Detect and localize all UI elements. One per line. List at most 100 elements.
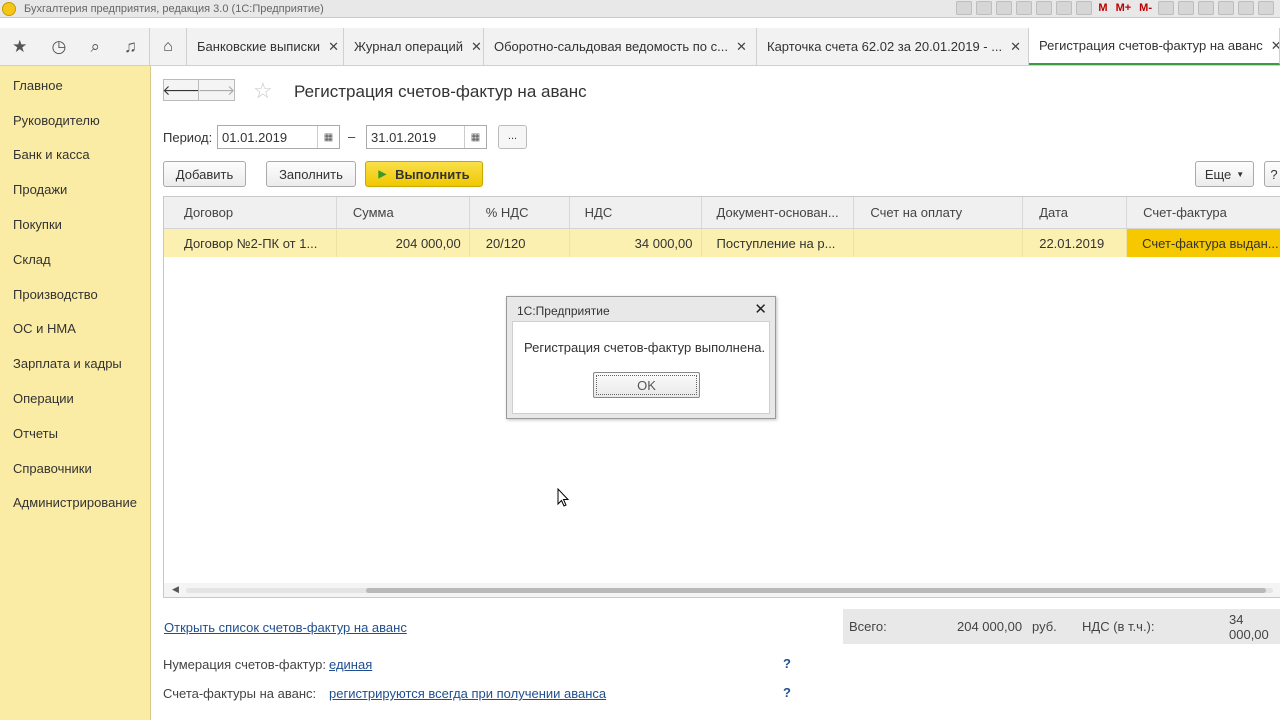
sidebar-item-sales[interactable]: Продажи: [0, 172, 150, 207]
cell-payment-invoice[interactable]: [854, 229, 1024, 257]
close-icon[interactable]: ✕: [754, 300, 767, 318]
cell-invoice[interactable]: Счет-фактура выдан...: [1127, 229, 1280, 257]
sidebar-item-fixed-assets[interactable]: ОС и НМА: [0, 312, 150, 347]
col-contract[interactable]: Договор: [164, 197, 337, 228]
favorite-star-icon[interactable]: ☆: [253, 78, 273, 104]
close-icon[interactable]: ✕: [1010, 39, 1021, 55]
info-icon[interactable]: [1198, 1, 1214, 15]
table-row[interactable]: Договор №2-ПК от 1... 204 000,00 20/120 …: [164, 229, 1280, 257]
sidebar-item-main[interactable]: Главное: [0, 68, 150, 103]
cell-amount[interactable]: 204 000,00: [337, 229, 470, 257]
col-invoice[interactable]: Счет-фактура: [1127, 197, 1280, 228]
numbering-link[interactable]: единая: [329, 657, 372, 672]
scroll-track[interactable]: [186, 588, 1273, 593]
advance-link[interactable]: регистрируются всегда при получении аван…: [329, 686, 606, 701]
totals-vat: 34 000,00: [1229, 611, 1269, 642]
close-window-icon[interactable]: [1258, 1, 1274, 15]
back-button[interactable]: 🡐: [162, 79, 200, 101]
calculator-icon[interactable]: [1056, 1, 1073, 15]
sidebar-item-payroll[interactable]: Зарплата и кадры: [0, 346, 150, 381]
period-select-button[interactable]: ...: [498, 125, 527, 149]
numbering-help-button[interactable]: ?: [783, 656, 791, 671]
close-icon[interactable]: ✕: [736, 39, 747, 55]
cell-vat[interactable]: 34 000,00: [570, 229, 702, 257]
print-icon[interactable]: [976, 1, 993, 15]
open-invoices-list-link[interactable]: Открыть список счетов-фактур на аванс: [164, 620, 407, 635]
cell-date[interactable]: 22.01.2019: [1023, 229, 1128, 257]
col-vat-rate[interactable]: % НДС: [470, 197, 570, 228]
nav-buttons: 🡐 🡒: [162, 79, 235, 101]
horizontal-scrollbar[interactable]: ◀: [164, 583, 1280, 597]
close-icon[interactable]: ✕: [1271, 38, 1279, 54]
sidebar-item-purchases[interactable]: Покупки: [0, 207, 150, 242]
tab-label: Журнал операций: [354, 39, 463, 54]
col-date[interactable]: Дата: [1023, 197, 1128, 228]
close-icon[interactable]: ✕: [471, 39, 482, 55]
ok-button[interactable]: OK: [593, 372, 700, 398]
cell-base-document[interactable]: Поступление на р...: [702, 229, 855, 257]
cell-vat-rate[interactable]: 20/120: [470, 229, 570, 257]
maximize-icon[interactable]: [1238, 1, 1254, 15]
date-from-field[interactable]: 01.01.2019 ▦: [217, 125, 340, 149]
preview-icon[interactable]: [996, 1, 1013, 15]
sidebar-item-operations[interactable]: Операции: [0, 381, 150, 416]
zoom-icon[interactable]: [1158, 1, 1174, 15]
col-vat[interactable]: НДС: [570, 197, 702, 228]
home-icon: ⌂: [163, 37, 173, 55]
scroll-thumb[interactable]: [366, 588, 1266, 593]
period-label: Период:: [163, 130, 213, 145]
forward-button[interactable]: 🡒: [198, 79, 235, 101]
sidebar-item-warehouse[interactable]: Склад: [0, 242, 150, 277]
save-icon[interactable]: [956, 1, 973, 15]
tab-turnover-balance[interactable]: Оборотно-сальдовая ведомость по с... ✕: [484, 28, 757, 65]
tab-advance-invoices[interactable]: Регистрация счетов-фактур на аванс ✕: [1029, 28, 1280, 65]
more-button[interactable]: Еще ▼: [1195, 161, 1254, 187]
help-button[interactable]: ?: [1264, 161, 1280, 187]
tab-bank-statements[interactable]: Банковские выписки ✕: [187, 28, 344, 65]
nav-icons: ★ ◷ ⌕ ♫: [0, 28, 150, 65]
calendar-icon[interactable]: ▦: [317, 126, 339, 148]
sidebar-item-reports[interactable]: Отчеты: [0, 416, 150, 451]
scroll-left-icon[interactable]: ◀: [172, 584, 179, 595]
tab-account-card[interactable]: Карточка счета 62.02 за 20.01.2019 - ...…: [757, 28, 1029, 65]
sidebar-item-administration[interactable]: Администрирование: [0, 486, 150, 521]
link-icon[interactable]: [1036, 1, 1053, 15]
date-to-field[interactable]: 31.01.2019 ▦: [366, 125, 487, 149]
table-header: Договор Сумма % НДС НДС Документ-основан…: [164, 197, 1280, 229]
advance-help-button[interactable]: ?: [783, 685, 791, 700]
tab-operations-journal[interactable]: Журнал операций ✕: [344, 28, 484, 65]
run-button[interactable]: ▶ Выполнить: [365, 161, 483, 187]
bell-icon[interactable]: ♫: [124, 37, 137, 57]
dialog-message: Регистрация счетов-фактур выполнена.: [524, 340, 766, 355]
star-icon[interactable]: ★: [12, 37, 27, 57]
memory-m-button[interactable]: M: [1096, 2, 1109, 14]
fill-button[interactable]: Заполнить: [266, 161, 356, 187]
totals-panel: Всего: 204 000,00 руб. НДС (в т.ч.): 34 …: [843, 609, 1280, 644]
sidebar-item-bank[interactable]: Банк и касса: [0, 138, 150, 173]
tab-label: Регистрация счетов-фактур на аванс: [1039, 38, 1263, 53]
sidebar-item-production[interactable]: Производство: [0, 277, 150, 312]
panels-icon[interactable]: [1178, 1, 1194, 15]
home-button[interactable]: ⌂: [150, 28, 187, 65]
minimize-icon[interactable]: [1218, 1, 1234, 15]
date-from-value: 01.01.2019: [222, 129, 288, 145]
calendar-icon[interactable]: [1076, 1, 1093, 15]
mail-icon[interactable]: [1016, 1, 1033, 15]
more-button-label: Еще: [1204, 166, 1232, 182]
sidebar-item-references[interactable]: Справочники: [0, 451, 150, 486]
cell-contract[interactable]: Договор №2-ПК от 1...: [164, 229, 337, 257]
close-icon[interactable]: ✕: [328, 39, 339, 55]
tab-label: Карточка счета 62.02 за 20.01.2019 - ...: [767, 39, 1003, 54]
history-icon[interactable]: ◷: [51, 37, 66, 57]
memory-minus-button[interactable]: M-: [1137, 2, 1154, 14]
col-base-document[interactable]: Документ-основан...: [702, 197, 855, 228]
col-amount[interactable]: Сумма: [337, 197, 470, 228]
calendar-icon[interactable]: ▦: [464, 126, 486, 148]
memory-plus-button[interactable]: M+: [1114, 2, 1134, 14]
window-titlebar: Бухгалтерия предприятия, редакция 3.0 (1…: [0, 0, 1280, 18]
col-payment-invoice[interactable]: Счет на оплату: [854, 197, 1024, 228]
search-icon[interactable]: ⌕: [90, 37, 100, 57]
add-button[interactable]: Добавить: [163, 161, 246, 187]
sidebar-item-management[interactable]: Руководителю: [0, 103, 150, 138]
window-toolbar: M M+ M-: [956, 1, 1274, 15]
